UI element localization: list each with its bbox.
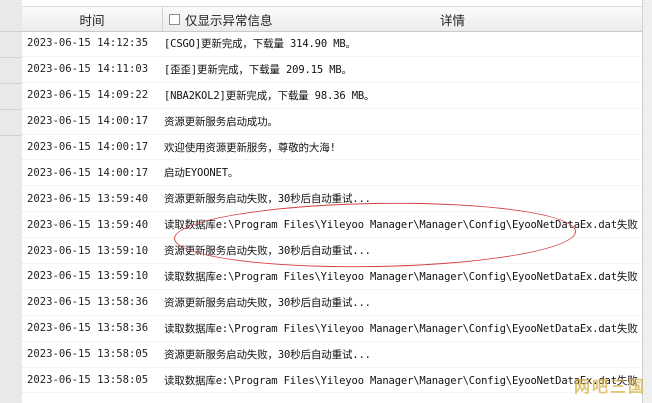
- row-detail: 读取数据库e:\Program Files\Yileyoo Manager\Ma…: [164, 322, 638, 335]
- row-time: 2023-06-15 13:58:36: [27, 322, 149, 335]
- row-detail: 资源更新服务启动成功。: [164, 115, 278, 128]
- table-row[interactable]: 2023-06-15 14:11:03 [歪歪]更新完成，下载量 209.15 …: [22, 57, 642, 83]
- table-row[interactable]: 2023-06-15 13:59:10 资源更新服务启动失败，30秒后自动重试.…: [22, 238, 642, 265]
- row-time: 2023-06-15 14:00:17: [27, 115, 149, 128]
- table-row[interactable]: 2023-06-15 13:59:40 读取数据库e:\Program File…: [22, 212, 642, 239]
- filter-abnormal-checkbox[interactable]: [169, 13, 180, 25]
- row-detail: 资源更新服务启动失败，30秒后自动重试...: [164, 193, 371, 206]
- row-detail: 启动EYOONET。: [164, 167, 239, 180]
- column-header-time[interactable]: 时间: [22, 7, 163, 31]
- filter-abnormal-label: 仅显示异常信息: [185, 12, 273, 28]
- row-time: 2023-06-15 14:00:17: [27, 166, 149, 179]
- table-row[interactable]: 2023-06-15 13:58:36 读取数据库e:\Program File…: [22, 316, 642, 342]
- table-row[interactable]: 2023-06-15 13:58:05 读取数据库e:\Program File…: [22, 368, 642, 394]
- row-time: 2023-06-15 14:09:22: [27, 89, 149, 102]
- right-edge: [643, 0, 652, 403]
- table-row[interactable]: 2023-06-15 13:58:36 资源更新服务启动失败，30秒后自动重试.…: [22, 290, 642, 316]
- row-time: 2023-06-15 14:12:35: [27, 37, 149, 50]
- log-rows: 2023-06-15 14:12:35 [CSGO]更新完成，下载量 314.9…: [22, 31, 642, 394]
- row-time: 2023-06-15 13:59:10: [27, 270, 149, 283]
- watermark-logo: 网吧三国: [573, 377, 646, 396]
- row-detail: [CSGO]更新完成，下载量 314.90 MB。: [164, 37, 356, 50]
- row-time: 2023-06-15 13:59:40: [27, 218, 149, 231]
- row-time: 2023-06-15 13:59:40: [27, 192, 149, 205]
- table-row[interactable]: 2023-06-15 14:00:17 欢迎使用资源更新服务，尊敬的大海!: [22, 135, 642, 161]
- table-row[interactable]: 2023-06-15 13:58:05 资源更新服务启动失败，30秒后自动重试.…: [22, 342, 642, 368]
- row-time: 2023-06-15 14:11:03: [27, 63, 149, 76]
- row-time: 2023-06-15 13:58:05: [27, 348, 149, 361]
- table-row[interactable]: 2023-06-15 13:59:10 读取数据库e:\Program File…: [22, 264, 642, 290]
- table-header: 时间 仅显示异常信息 详情: [22, 6, 642, 32]
- column-header-detail-label: 详情: [440, 12, 466, 28]
- log-table: 时间 仅显示异常信息 详情 2023-06-15 14:12:35 [CSGO]…: [22, 0, 643, 403]
- row-detail: 读取数据库e:\Program Files\Yileyoo Manager\Ma…: [164, 374, 638, 387]
- table-row[interactable]: 2023-06-15 13:59:40 资源更新服务启动失败，30秒后自动重试.…: [22, 186, 642, 213]
- column-header-detail[interactable]: 详情: [440, 7, 465, 31]
- row-detail: 资源更新服务启动失败，30秒后自动重试...: [164, 245, 371, 258]
- row-time: 2023-06-15 13:58:05: [27, 374, 149, 387]
- column-header-time-label: 时间: [79, 12, 105, 28]
- table-row[interactable]: 2023-06-15 14:00:17 资源更新服务启动成功。: [22, 109, 642, 135]
- row-time: 2023-06-15 13:58:36: [27, 296, 149, 309]
- row-time: 2023-06-15 14:00:17: [27, 141, 149, 153]
- row-detail: 读取数据库e:\Program Files\Yileyoo Manager\Ma…: [164, 219, 638, 232]
- table-row[interactable]: 2023-06-15 14:09:22 [NBA2KOL2]更新完成，下载量 9…: [22, 83, 642, 109]
- row-detail: 欢迎使用资源更新服务，尊敬的大海!: [164, 141, 336, 154]
- row-detail: [NBA2KOL2]更新完成，下载量 98.36 MB。: [164, 89, 375, 102]
- table-row[interactable]: 2023-06-15 14:12:35 [CSGO]更新完成，下载量 314.9…: [22, 31, 642, 57]
- row-detail: 资源更新服务启动失败，30秒后自动重试...: [164, 348, 371, 361]
- row-detail: [歪歪]更新完成，下载量 209.15 MB。: [164, 63, 352, 76]
- log-window: 时间 仅显示异常信息 详情 2023-06-15 14:12:35 [CSGO]…: [0, 0, 652, 403]
- filter-abnormal-toggle[interactable]: 仅显示异常信息: [163, 7, 273, 31]
- row-time: 2023-06-15 13:59:10: [27, 244, 149, 257]
- table-row[interactable]: 2023-06-15 14:00:17 启动EYOONET。: [22, 160, 642, 187]
- left-pane-edge: [0, 0, 23, 403]
- row-detail: 读取数据库e:\Program Files\Yileyoo Manager\Ma…: [164, 270, 638, 283]
- row-detail: 资源更新服务启动失败，30秒后自动重试...: [164, 296, 371, 309]
